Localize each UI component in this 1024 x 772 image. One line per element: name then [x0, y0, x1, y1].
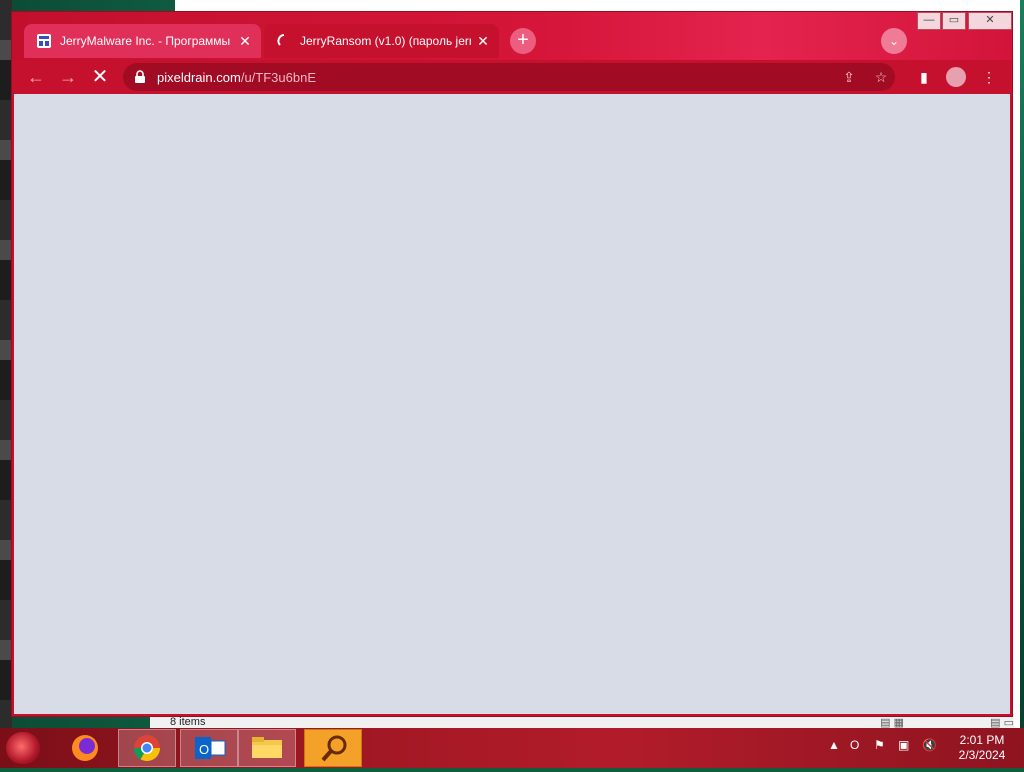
taskbar-explorer[interactable] — [238, 729, 296, 767]
outlook-icon: O — [195, 737, 226, 759]
search-icon — [321, 735, 347, 762]
clock-time: 2:01 PM — [959, 733, 1005, 747]
tray-flag-icon[interactable]: ⚑ — [874, 738, 885, 752]
maximize-button[interactable]: ▭ — [942, 12, 966, 30]
tab-close-icon[interactable]: ✕ — [237, 33, 253, 49]
forward-button[interactable]: → — [56, 65, 80, 89]
close-window-button[interactable]: ✕ — [968, 12, 1012, 30]
back-button[interactable]: ← — [24, 65, 48, 89]
share-icon[interactable]: ⇪ — [841, 69, 857, 85]
tab-jerrymalware[interactable]: JerryMalware Inc. - Программы ✕ — [24, 24, 261, 58]
page-content-loading[interactable] — [14, 94, 1010, 714]
bookmark-star-icon[interactable]: ☆ — [873, 69, 889, 85]
tray-volume-muted-icon[interactable]: 🔇 — [922, 738, 937, 752]
profile-avatar-icon[interactable] — [946, 67, 966, 87]
browser-window: JerryMalware Inc. - Программы ✕ JerryRan… — [11, 11, 1013, 717]
browser-menu-icon[interactable]: ⋮ — [980, 68, 998, 86]
new-tab-button[interactable]: + — [510, 28, 536, 54]
explorer-icon — [252, 737, 282, 758]
loading-spinner-icon — [277, 34, 285, 46]
tab-title: JerryRansom (v1.0) (пароль jerry — [300, 34, 471, 48]
clock-date: 2/3/2024 — [958, 748, 1006, 762]
chrome-icon — [133, 735, 161, 762]
url-path: /u/TF3u6bnE — [240, 69, 316, 85]
url-host: pixeldrain.com — [157, 69, 241, 85]
taskbar-search-tool[interactable] — [304, 729, 362, 767]
explorer-items-count: 8 items — [170, 716, 206, 728]
firefox-icon — [72, 735, 98, 761]
tray-outlook-icon[interactable]: O — [850, 738, 859, 752]
taskbar-chrome[interactable] — [118, 729, 176, 767]
start-button[interactable] — [6, 732, 40, 764]
minimize-button[interactable]: — — [917, 12, 941, 30]
tab-close-icon[interactable]: ✕ — [475, 33, 491, 49]
tab-search-button[interactable]: ⌄ — [881, 28, 907, 54]
stop-loading-button[interactable]: ✕ — [88, 65, 112, 89]
tray-overflow-icon[interactable]: ▲ — [828, 738, 840, 752]
taskbar-clock[interactable]: 2:01 PM 2/3/2024 — [946, 733, 1018, 763]
site-favicon-icon — [37, 34, 51, 48]
taskbar: O ▲ O ⚑ ▣ 🔇 2:01 PM 2/3/2024 — [0, 728, 1024, 768]
address-bar[interactable]: pixeldrain.com/u/TF3u6bnE ⇪ ☆ — [123, 63, 895, 91]
tray-network-icon[interactable]: ▣ — [898, 738, 909, 752]
lock-icon[interactable] — [133, 70, 147, 84]
browser-titlebar: JerryMalware Inc. - Программы ✕ JerryRan… — [12, 12, 1012, 60]
tab-title: JerryMalware Inc. - Программы — [60, 34, 231, 48]
taskbar-firefox[interactable] — [56, 729, 114, 767]
browser-toolbar: ← → ✕ pixeldrain.com/u/TF3u6bnE ⇪ ☆ ▮ ⋮ — [12, 60, 1012, 94]
tab-jerryransom[interactable]: JerryRansom (v1.0) (пароль jerry ✕ — [264, 24, 499, 58]
svg-text:O: O — [199, 742, 209, 757]
side-panel-icon[interactable]: ▮ — [915, 68, 933, 86]
taskbar-outlook[interactable]: O — [180, 729, 238, 767]
